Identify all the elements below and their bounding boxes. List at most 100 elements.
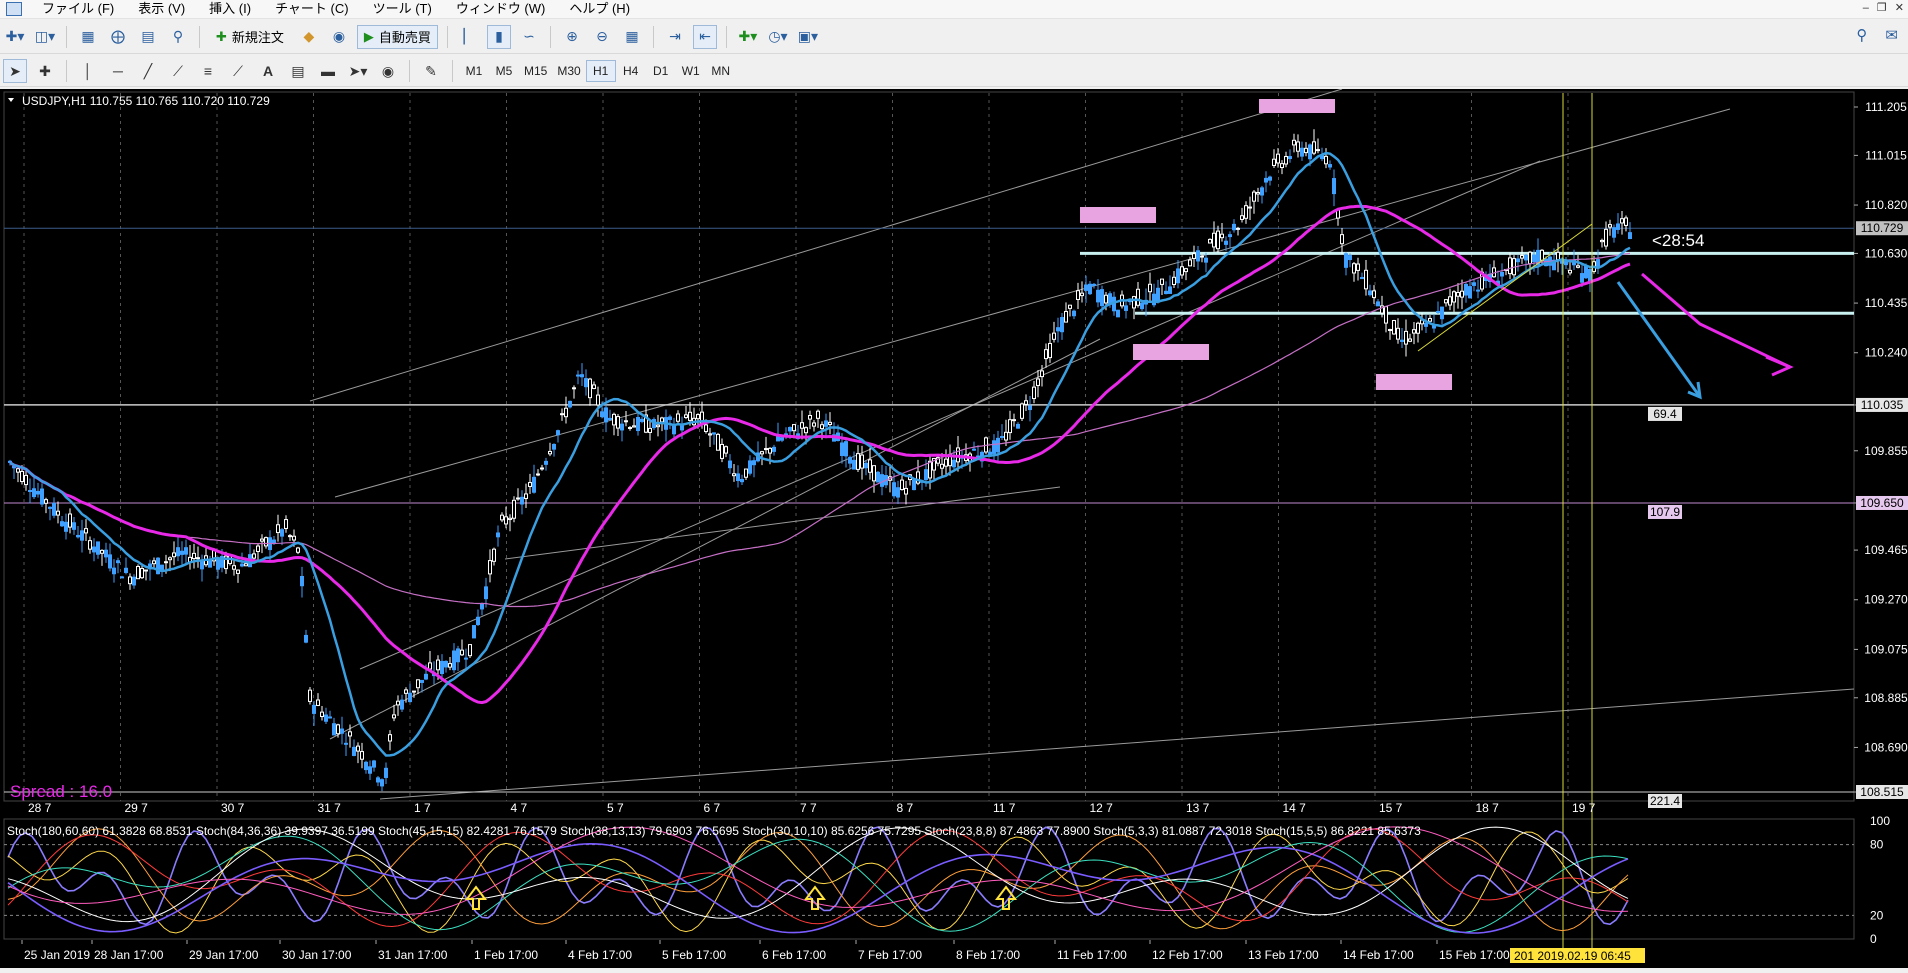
candle-body	[924, 469, 928, 481]
timeframe-m5[interactable]: M5	[489, 60, 519, 82]
horizontal-line-icon[interactable]: ─	[106, 59, 130, 83]
candle-body	[812, 422, 816, 427]
timeframe-m15[interactable]: M15	[519, 60, 552, 82]
equidistant-channel-icon[interactable]: ⟋	[166, 59, 190, 83]
candlestick-icon[interactable]: ▮	[486, 24, 511, 49]
candle-body	[844, 441, 848, 457]
highlight-zone[interactable]	[1259, 99, 1335, 113]
highlight-zone[interactable]	[1080, 207, 1156, 223]
candle-body	[868, 459, 872, 473]
zoom-out-icon[interactable]: ⊖	[590, 25, 614, 49]
menu-window[interactable]: ウィンドウ (W)	[444, 0, 558, 18]
chat-icon[interactable]: ✉	[1885, 26, 1898, 44]
candle-body	[172, 552, 176, 558]
objects-icon[interactable]: ✎	[419, 59, 443, 83]
timeframe-h4[interactable]: H4	[616, 60, 646, 82]
periods-icon[interactable]: ◷▾	[766, 25, 790, 49]
app-icon[interactable]	[6, 2, 22, 16]
candle-body	[816, 410, 820, 419]
vertical-line-icon[interactable]: │	[76, 59, 100, 83]
price-axis-label: 110.240	[1865, 346, 1908, 360]
tile-windows-icon[interactable]: ▦	[620, 25, 644, 49]
candle-body	[1116, 309, 1120, 318]
auto-scroll-icon[interactable]: ⇥	[663, 25, 687, 49]
candle-body	[1436, 310, 1440, 313]
trendline-icon[interactable]: ╱	[136, 59, 160, 83]
metaeditor-icon[interactable]: ◆	[297, 25, 321, 49]
candle-body	[528, 482, 532, 487]
market-watch-icon[interactable]: ▦	[76, 25, 100, 49]
cursor-icon[interactable]: ➤	[3, 59, 27, 83]
candle-body	[176, 547, 180, 557]
new-chart-icon[interactable]: ✚▾	[3, 25, 27, 49]
timeframe-mn[interactable]: MN	[706, 60, 736, 82]
menu-file[interactable]: ファイル (F)	[30, 0, 126, 18]
shapes-icon[interactable]: ◉	[376, 59, 400, 83]
candle-body	[420, 679, 424, 683]
bar-chart-icon[interactable]: ▏	[457, 25, 481, 49]
candle-body	[1568, 269, 1572, 274]
timeframe-d1[interactable]: D1	[646, 60, 676, 82]
auto-trading-button[interactable]: ▶ 自動売買	[356, 24, 438, 49]
price-chart-svg[interactable]: 111.205 111.015 110.820 110.630 110.435 110.2…	[0, 88, 1908, 968]
candle-body	[848, 457, 852, 464]
candle-body	[392, 714, 396, 719]
restore-icon[interactable]: ❐	[1877, 0, 1887, 16]
candle-body	[308, 689, 312, 702]
candle-body	[532, 476, 536, 493]
indicators-icon[interactable]: ✚▾	[736, 25, 760, 49]
candle-body	[364, 761, 368, 771]
menu-tools[interactable]: ツール (T)	[361, 0, 444, 18]
candle-body	[1400, 339, 1404, 342]
menu-chart[interactable]: チャート (C)	[263, 0, 361, 18]
candle-body	[864, 462, 868, 469]
highlight-zone[interactable]	[1376, 374, 1452, 390]
candle-body	[108, 554, 112, 569]
date-label: 6 7	[704, 801, 721, 815]
text-label-icon[interactable]: ▤	[286, 59, 310, 83]
timeframe-m30[interactable]: M30	[552, 60, 585, 82]
menu-help[interactable]: ヘルプ (H)	[557, 0, 642, 18]
chart-window[interactable]: 111.205 111.015 110.820 110.630 110.435 110.2…	[0, 88, 1908, 968]
rectangle-icon[interactable]: ▬	[316, 59, 340, 83]
menu-view[interactable]: 表示 (V)	[126, 0, 197, 18]
profiles-icon[interactable]: ◫▾	[33, 25, 57, 49]
candle-body	[1004, 431, 1008, 441]
close-icon[interactable]: ✕	[1895, 0, 1904, 16]
timeframe-h1[interactable]: H1	[585, 60, 616, 82]
candle-body	[1588, 268, 1592, 282]
strategy-tester-icon[interactable]: ⚲	[166, 25, 190, 49]
line-chart-icon[interactable]: ∽	[517, 25, 541, 49]
highlight-zone[interactable]	[1133, 344, 1209, 360]
search-icon[interactable]: ⚲	[1856, 26, 1867, 44]
candle-body	[1340, 234, 1344, 245]
candle-body	[1396, 327, 1400, 340]
new-order-button[interactable]: ✚ 新規注文	[209, 25, 291, 49]
date-label: 31 7	[318, 801, 342, 815]
candle-body	[196, 557, 200, 560]
candle-body	[520, 496, 524, 505]
templates-icon[interactable]: ▣▾	[796, 25, 820, 49]
crosshair-icon[interactable]: ✚	[33, 59, 57, 83]
timeframe-m1[interactable]: M1	[459, 60, 489, 82]
candle-body	[1576, 265, 1580, 268]
fibonacci-retracement-icon[interactable]: ≡	[196, 59, 220, 83]
timeframe-w1[interactable]: W1	[676, 60, 706, 82]
time-axis-label: 29 Jan 17:00	[189, 948, 259, 962]
menu-insert[interactable]: 挿入 (I)	[197, 0, 263, 18]
candle-body	[1252, 191, 1256, 202]
arrows-icon[interactable]: ➤▾	[346, 59, 370, 83]
navigator-icon[interactable]: ▤	[136, 25, 160, 49]
candle-body	[1528, 251, 1532, 265]
text-icon[interactable]: A	[256, 59, 280, 83]
fibonacci-fan-icon[interactable]: ⟋	[226, 59, 250, 83]
chart-shift-icon[interactable]: ⇤	[692, 24, 717, 49]
data-window-icon[interactable]: ⨁	[106, 25, 130, 49]
zoom-in-icon[interactable]: ⊕	[560, 25, 584, 49]
stoch-axis-label: 0	[1870, 932, 1877, 946]
price-axis-label: 109.855	[1864, 444, 1908, 458]
candle-body	[1360, 276, 1364, 280]
candle-body	[1200, 255, 1204, 258]
signals-icon[interactable]: ◉	[327, 25, 351, 49]
minimize-icon[interactable]: –	[1863, 0, 1869, 16]
